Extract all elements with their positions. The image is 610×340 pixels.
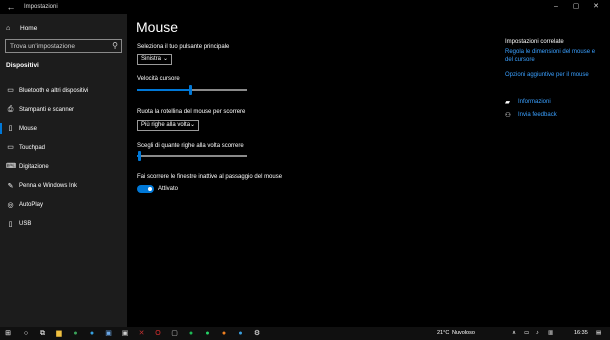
sidebar: ⌂ Home Trova un'impostazione ⚲ Dispositi… (0, 14, 127, 327)
primary-button-label: Seleziona il tuo pulsante principale (137, 44, 230, 50)
close-button[interactable]: ✕ (586, 1, 606, 13)
additional-mouse-options-link[interactable]: Opzioni aggiuntive per il mouse (505, 71, 600, 79)
whatsapp-icon[interactable]: ● (202, 327, 214, 340)
settings-icon[interactable]: ⚙ (251, 327, 263, 340)
touchpad-icon: ▭ (7, 144, 14, 152)
chrome-icon[interactable]: ● (70, 327, 82, 340)
sidebar-item-touchpad[interactable]: ▭ Touchpad (0, 138, 127, 157)
wheel-scroll-label: Ruota la rotellina del mouse per scorrer… (137, 109, 246, 115)
weather-desc[interactable]: Nuvoloso (452, 327, 486, 340)
section-title: Dispositivi (6, 62, 39, 69)
wheel-scroll-value: Più righe alla volta (141, 122, 191, 128)
sidebar-item-pen[interactable]: ✎ Penna e Windows Ink (0, 176, 127, 195)
sidebar-item-label: AutoPlay (19, 202, 44, 209)
page-title: Mouse (136, 19, 179, 35)
home-icon: ⌂ (6, 24, 11, 32)
printer-icon: ⎙ (7, 106, 14, 114)
inactive-scroll-state: Attivato (158, 186, 179, 192)
opera-icon[interactable]: O (152, 327, 164, 340)
autoplay-icon: ◎ (7, 201, 14, 209)
search-input[interactable]: Trova un'impostazione ⚲ (5, 39, 122, 53)
primary-button-value: Sinistra (141, 56, 162, 62)
bluetooth-icon: ▭ (7, 87, 14, 95)
sidebar-item-label: Touchpad (19, 144, 46, 151)
help-feedback[interactable]: ⚇ Invia feedback (505, 111, 557, 119)
sidebar-home-label: Home (20, 24, 38, 32)
mouse-cursor-size-link[interactable]: Regola le dimensioni del mouse e del cur… (505, 48, 600, 64)
taskbar: ⊞ ○ ⧉ ▆ ● ● ▣ ▣ ✕ O ▢ ● ● ● ● ⚙ 21°C Nuvoloso ∧ ▭ ♪ ▥ … (0, 327, 610, 340)
related-settings-title: Impostazioni correlate (505, 39, 564, 45)
keyboard-icon: ⌨ (6, 163, 17, 171)
photos-icon[interactable]: ▣ (103, 327, 115, 340)
search-placeholder: Trova un'impostazione (10, 43, 75, 50)
volume-icon[interactable]: ♪ (536, 327, 542, 340)
sidebar-item-typing[interactable]: ⌨ Digitazione (0, 157, 127, 176)
start-button[interactable]: ⊞ (3, 327, 13, 340)
notification-icon[interactable]: ▤ (596, 327, 604, 340)
chevron-down-icon: ⌄ (189, 122, 195, 128)
search-icon[interactable]: ○ (20, 327, 32, 340)
chevron-down-icon: ⌄ (162, 56, 168, 62)
sidebar-item-autoplay[interactable]: ◎ AutoPlay (0, 196, 127, 215)
filezilla-icon[interactable]: ✕ (136, 327, 148, 340)
shield-icon[interactable]: ▣ (119, 327, 131, 340)
sidebar-item-label: Mouse (19, 125, 38, 132)
pen-icon: ✎ (7, 182, 14, 190)
spotify-icon[interactable]: ● (185, 327, 197, 340)
app-icon[interactable]: ▢ (169, 327, 181, 340)
toggle-knob (148, 187, 152, 191)
help-feedback-link[interactable]: Invia feedback (518, 111, 557, 119)
sidebar-item-label: Bluetooth e altri dispositivi (19, 87, 89, 94)
network-icon[interactable]: ▭ (524, 327, 530, 340)
slider-thumb[interactable] (138, 151, 141, 161)
sidebar-item-usb[interactable]: ▯ USB (0, 215, 127, 234)
maximize-button[interactable]: ▢ (566, 1, 586, 13)
primary-button-select[interactable]: Sinistra ⌄ (137, 54, 172, 65)
sidebar-item-label: USB (19, 221, 32, 228)
show-hidden-icons-icon[interactable]: ∧ (512, 327, 518, 340)
slider-thumb[interactable] (189, 85, 192, 95)
telegram-icon[interactable]: ● (235, 327, 247, 340)
sidebar-item-label: Digitazione (19, 163, 49, 170)
edge-icon[interactable]: ● (86, 327, 98, 340)
slider-track (137, 155, 247, 157)
lines-scroll-label: Scegli di quante righe alla volta scorre… (137, 143, 244, 149)
mouse-icon: ▯ (8, 125, 13, 133)
sidebar-nav: ▭ Bluetooth e altri dispositivi ⎙ Stampa… (0, 81, 127, 234)
sidebar-item-label: Stampanti e scanner (19, 106, 75, 113)
lines-scroll-slider[interactable] (137, 151, 247, 161)
cursor-speed-label: Velocità cursore (137, 76, 180, 82)
title-bar: ← Impostazioni – ▢ ✕ (0, 0, 610, 14)
task-view-icon[interactable]: ⧉ (37, 327, 49, 340)
help-information-link[interactable]: Informazioni (518, 98, 551, 106)
sidebar-item-bluetooth[interactable]: ▭ Bluetooth e altri dispositivi (0, 81, 127, 100)
explorer-icon[interactable]: ▆ (53, 327, 65, 340)
language-icon[interactable]: ▥ (548, 327, 554, 340)
window-controls: – ▢ ✕ (546, 1, 606, 13)
slider-fill (137, 89, 190, 91)
usb-icon: ▯ (8, 220, 13, 228)
sidebar-item-label: Penna e Windows Ink (19, 183, 78, 190)
help-information[interactable]: ▰ Informazioni (505, 98, 551, 106)
inactive-scroll-label: Fai scorrere le finestre inattive al pas… (137, 174, 283, 180)
sidebar-item-printers[interactable]: ⎙ Stampanti e scanner (0, 100, 127, 119)
chat-icon: ▰ (505, 99, 510, 106)
minimize-button[interactable]: – (546, 1, 566, 13)
weather-temp[interactable]: 21°C (437, 327, 449, 340)
window-title: Impostazioni (24, 4, 58, 10)
back-button[interactable]: ← (4, 1, 18, 13)
inactive-scroll-toggle[interactable] (137, 185, 154, 193)
vlc-icon[interactable]: ● (218, 327, 230, 340)
wheel-scroll-select[interactable]: Più righe alla volta ⌄ (137, 120, 199, 131)
feedback-icon: ⚇ (505, 112, 511, 119)
sidebar-home[interactable]: ⌂ Home (6, 22, 37, 34)
cursor-speed-slider[interactable] (137, 85, 247, 95)
sidebar-item-mouse[interactable]: ▯ Mouse (0, 119, 127, 138)
search-icon[interactable]: ⚲ (112, 41, 118, 51)
clock[interactable]: 16:35 (574, 327, 590, 340)
main-content: Mouse Seleziona il tuo pulsante principa… (127, 14, 610, 327)
